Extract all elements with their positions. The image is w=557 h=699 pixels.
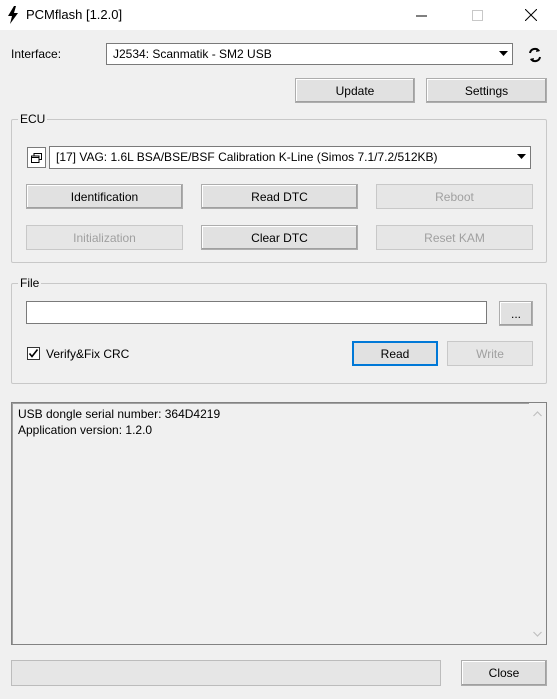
- minimize-button[interactable]: [398, 0, 444, 30]
- interface-label: Interface:: [11, 47, 62, 61]
- lightning-icon: [8, 6, 18, 24]
- refresh-button[interactable]: [524, 44, 546, 66]
- interface-selected-value: J2534: Scanmatik - SM2 USB: [113, 47, 272, 61]
- refresh-icon: [529, 47, 541, 63]
- scroll-down-icon[interactable]: [529, 625, 546, 642]
- ecu-selected-value: [17] VAG: 1.6L BSA/BSE/BSF Calibration K…: [56, 150, 438, 164]
- pcmflash-window: PCMflash [1.2.0] Interface: J2534: Scanm…: [0, 0, 557, 699]
- verify-crc-label: Verify&Fix CRC: [46, 347, 130, 361]
- log-output[interactable]: USB dongle serial number: 364D4219 Appli…: [11, 402, 547, 645]
- clear-dtc-button[interactable]: Clear DTC: [201, 225, 358, 250]
- minimize-icon: [415, 15, 427, 16]
- ecu-select[interactable]: [17] VAG: 1.6L BSA/BSE/BSF Calibration K…: [49, 146, 531, 169]
- log-line: USB dongle serial number: 364D4219: [18, 407, 221, 421]
- window-title: PCMflash [1.2.0]: [26, 7, 123, 22]
- file-groupbox: [11, 283, 547, 384]
- window-list-icon: [31, 152, 42, 163]
- maximize-button[interactable]: [454, 0, 500, 30]
- chevron-down-icon: [513, 147, 530, 167]
- scroll-up-icon[interactable]: [529, 405, 546, 422]
- update-button[interactable]: Update: [295, 78, 415, 103]
- read-button[interactable]: Read: [352, 341, 438, 366]
- verify-crc-checkbox[interactable]: [27, 347, 40, 360]
- reboot-button[interactable]: Reboot: [376, 184, 533, 209]
- maximize-icon: [471, 9, 483, 21]
- reset-kam-button[interactable]: Reset KAM: [376, 225, 533, 250]
- write-button[interactable]: Write: [447, 341, 533, 366]
- file-group-title: File: [18, 276, 42, 290]
- identification-button[interactable]: Identification: [26, 184, 183, 209]
- progress-bar: [11, 660, 441, 686]
- log-line: Application version: 1.2.0: [18, 423, 153, 437]
- settings-button[interactable]: Settings: [426, 78, 547, 103]
- chevron-down-icon: [495, 44, 512, 64]
- checkmark-icon: [28, 349, 39, 358]
- browse-button[interactable]: ...: [499, 301, 533, 326]
- close-window-button[interactable]: [508, 0, 554, 30]
- initialization-button[interactable]: Initialization: [26, 225, 183, 250]
- file-path-input[interactable]: [26, 301, 487, 324]
- log-scrollbar[interactable]: [529, 403, 546, 644]
- interface-select[interactable]: J2534: Scanmatik - SM2 USB: [106, 43, 513, 65]
- ecu-group-title: ECU: [18, 112, 48, 126]
- close-button[interactable]: Close: [461, 660, 547, 686]
- ecu-list-button[interactable]: [27, 147, 46, 168]
- read-dtc-button[interactable]: Read DTC: [201, 184, 358, 209]
- close-icon: [525, 9, 537, 21]
- title-bar: PCMflash [1.2.0]: [0, 0, 557, 30]
